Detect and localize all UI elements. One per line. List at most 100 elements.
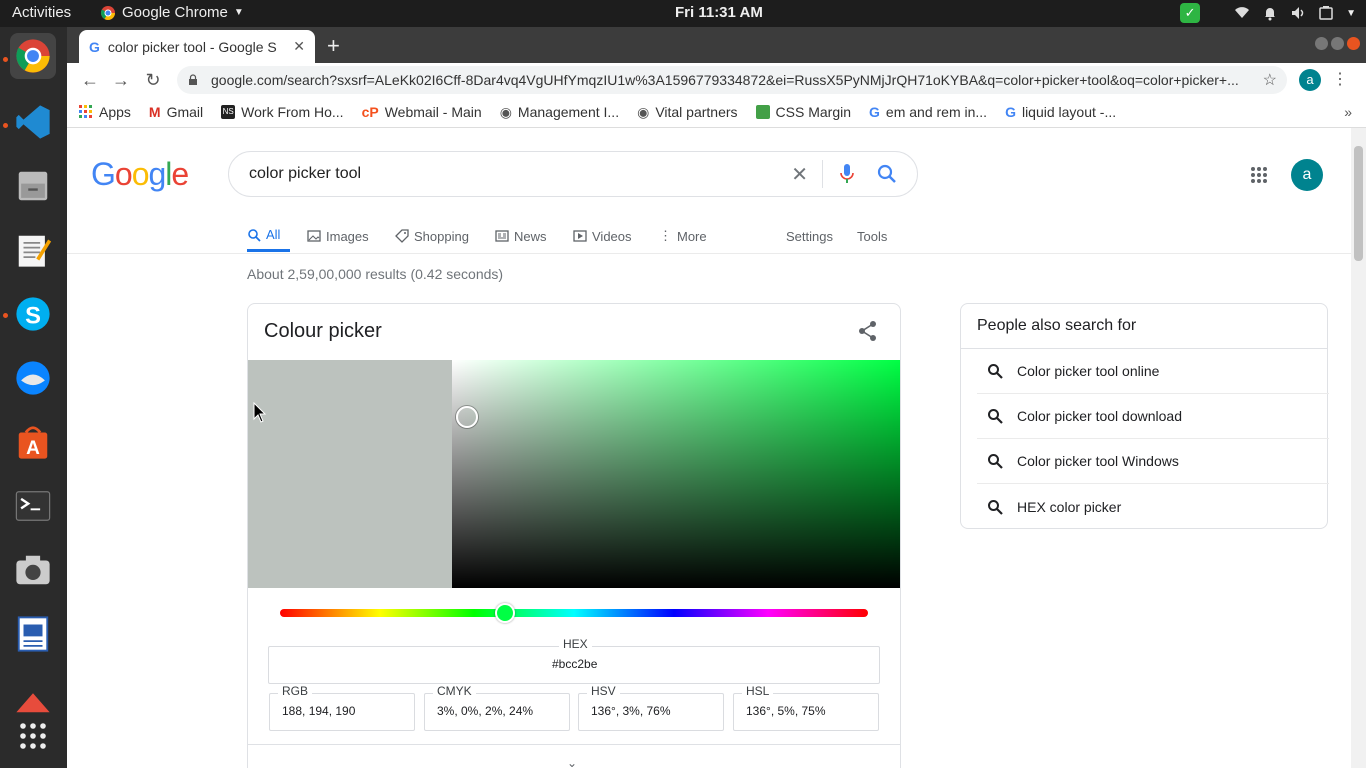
document-icon — [17, 616, 49, 652]
svg-text:S: S — [25, 303, 41, 330]
dock-thunderbird[interactable] — [10, 355, 56, 401]
logo-letter: e — [171, 156, 189, 192]
notification-bell-icon[interactable] — [1262, 5, 1278, 21]
dock-chrome[interactable] — [10, 33, 56, 79]
hex-field[interactable]: HEX #bcc2be — [268, 637, 880, 684]
tab-more[interactable]: ⋮ More — [659, 220, 707, 252]
image-icon — [307, 230, 321, 242]
minimize-button[interactable] — [1315, 37, 1328, 50]
bookmark-vital-partners[interactable]: ◉ Vital partners — [637, 104, 737, 121]
google-logo[interactable]: Google — [91, 156, 189, 193]
maximize-button[interactable] — [1331, 37, 1344, 50]
system-menu-chevron-icon[interactable]: ▼ — [1346, 8, 1356, 19]
tab-news[interactable]: News — [495, 220, 547, 252]
microphone-icon[interactable] — [837, 163, 857, 185]
google-favicon-icon: G — [869, 104, 880, 120]
tab-shopping[interactable]: Shopping — [395, 220, 469, 252]
account-avatar[interactable]: a — [1291, 159, 1323, 191]
share-icon[interactable] — [857, 320, 879, 342]
mouse-cursor-icon — [253, 402, 267, 423]
bookmark-label: CSS Margin — [775, 104, 852, 120]
app-menu[interactable]: Google Chrome ▼ — [100, 4, 244, 21]
profile-avatar[interactable]: a — [1299, 69, 1321, 91]
wifi-icon[interactable] — [1234, 5, 1250, 21]
pasf-item[interactable]: Color picker tool Windows — [977, 439, 1329, 484]
tab-images[interactable]: Images — [307, 220, 369, 252]
search-icon[interactable] — [877, 164, 897, 184]
close-window-button[interactable] — [1347, 37, 1360, 50]
tab-label: Settings — [786, 228, 833, 244]
bookmark-management[interactable]: ◉ Management I... — [500, 104, 619, 121]
running-indicator — [3, 123, 8, 128]
system-tray[interactable]: ✓ ▼ — [1180, 3, 1356, 23]
update-check-icon[interactable]: ✓ — [1180, 3, 1201, 23]
volume-icon[interactable] — [1290, 5, 1306, 21]
url-text: google.com/search?sxsrf=ALeKk02I6Cff-8Da… — [211, 72, 1239, 88]
chrome-icon — [16, 39, 50, 73]
search-input[interactable]: color picker tool ✕ — [228, 151, 918, 197]
chrome-menu-icon[interactable]: ⋮ — [1332, 69, 1348, 89]
forward-arrow-icon[interactable]: → — [110, 69, 132, 91]
activities-button[interactable]: Activities — [12, 4, 71, 21]
cmyk-field[interactable]: CMYK 3%, 0%, 2%, 24% — [424, 684, 570, 731]
bookmarks-bar: Apps M Gmail NS Work From Ho... cP Webma… — [67, 97, 1366, 128]
address-bar[interactable]: google.com/search?sxsrf=ALeKk02I6Cff-8Da… — [177, 66, 1287, 94]
rgb-field[interactable]: RGB 188, 194, 190 — [269, 684, 415, 731]
tab-tools[interactable]: Tools — [857, 220, 887, 252]
hue-slider[interactable] — [280, 603, 868, 623]
bookmark-gmail[interactable]: M Gmail — [149, 104, 203, 120]
show-applications-button[interactable] — [10, 713, 56, 759]
pasf-item[interactable]: Color picker tool download — [977, 394, 1329, 439]
camera-icon — [16, 555, 50, 585]
page-scrollbar[interactable] — [1351, 128, 1366, 768]
dock-terminal[interactable] — [10, 483, 56, 529]
clear-search-icon[interactable]: ✕ — [791, 162, 808, 187]
battery-icon[interactable] — [1318, 5, 1334, 21]
tab-videos[interactable]: Videos — [573, 220, 632, 252]
saturation-value-area[interactable] — [452, 360, 900, 588]
terminal-icon — [15, 491, 51, 521]
bookmark-label: Vital partners — [655, 104, 738, 120]
dock-skype[interactable]: S — [10, 291, 56, 337]
hsv-field[interactable]: HSV 136°, 3%, 76% — [578, 684, 724, 731]
bookmark-work-from-home[interactable]: NS Work From Ho... — [221, 104, 344, 120]
pasf-item[interactable]: Color picker tool online — [977, 349, 1329, 394]
reload-icon[interactable]: ↻ — [142, 69, 164, 91]
pasf-item[interactable]: HEX color picker — [977, 484, 1329, 529]
more-bookmarks-chevron-icon[interactable]: » — [1344, 104, 1352, 120]
dock-screenshot[interactable] — [10, 547, 56, 593]
bookmark-apps[interactable]: Apps — [79, 104, 131, 120]
hsl-label: HSL — [742, 684, 774, 698]
globe-icon: ◉ — [637, 103, 650, 120]
clock[interactable]: Fri 11:31 AM — [675, 4, 763, 21]
dock-software-center[interactable]: A — [10, 419, 56, 465]
search-results-page: Google color picker tool ✕ a All Images … — [67, 128, 1351, 768]
back-arrow-icon[interactable]: ← — [79, 69, 101, 91]
bookmark-liquid-layout[interactable]: G liquid layout -... — [1005, 104, 1116, 120]
dock-text-editor[interactable] — [10, 227, 56, 273]
bookmark-css-margin[interactable]: CSS Margin — [755, 104, 852, 120]
close-tab-icon[interactable]: ✕ — [293, 38, 305, 55]
hue-slider-knob[interactable] — [495, 603, 515, 623]
scrollbar-thumb[interactable] — [1354, 146, 1363, 261]
expand-chevron-icon[interactable]: ⌄ — [567, 756, 577, 768]
hex-label: HEX — [559, 637, 592, 651]
tab-settings[interactable]: Settings — [786, 220, 833, 252]
google-apps-icon[interactable] — [1250, 166, 1268, 184]
bookmark-webmail[interactable]: cP Webmail - Main — [362, 104, 482, 120]
app-menu-label: Google Chrome — [122, 4, 228, 21]
colour-picker-card: Colour picker HEX #bcc2be RGB 188, 194, … — [247, 303, 901, 768]
bookmark-star-icon[interactable]: ☆ — [1263, 70, 1277, 90]
tab-all[interactable]: All — [247, 220, 291, 252]
logo-letter: o — [114, 156, 133, 192]
logo-letter: o — [131, 156, 150, 192]
dock-vscode[interactable] — [10, 99, 56, 145]
sv-handle[interactable] — [456, 406, 478, 428]
browser-tab[interactable]: G color picker tool - Google S ✕ — [79, 30, 315, 63]
chevron-down-icon: ▼ — [233, 7, 244, 18]
hsl-field[interactable]: HSL 136°, 5%, 75% — [733, 684, 879, 731]
dock-writer[interactable] — [10, 611, 56, 657]
new-tab-button[interactable]: + — [327, 33, 340, 59]
bookmark-em-rem[interactable]: G em and rem in... — [869, 104, 987, 120]
dock-files[interactable] — [10, 163, 56, 209]
